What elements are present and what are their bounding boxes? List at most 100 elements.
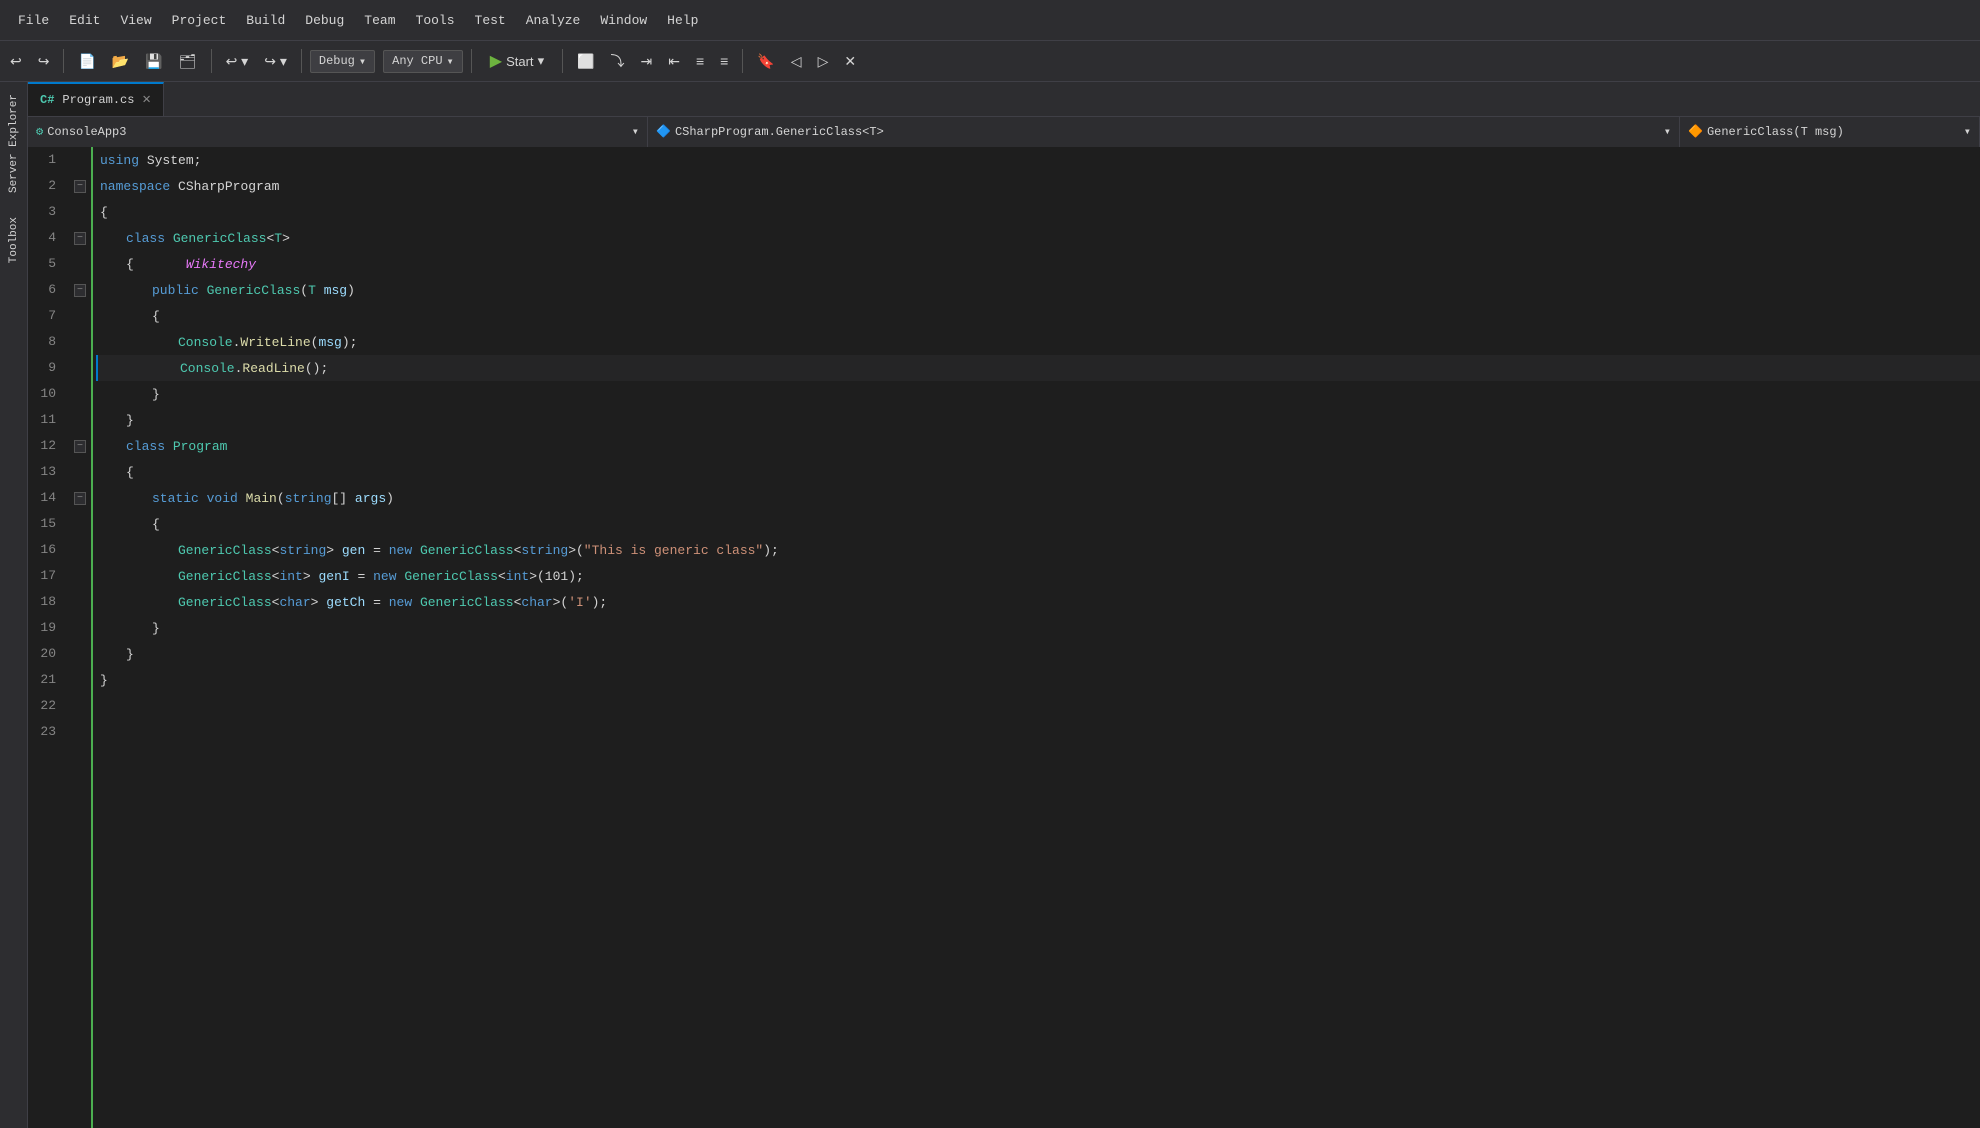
fold-20 <box>70 641 90 667</box>
gt-5: > <box>311 595 319 610</box>
project-nav-chevron: ▾ <box>632 124 639 139</box>
project-icon: ⚙ <box>36 124 43 139</box>
prev-bookmark-button[interactable]: ◁ <box>785 49 808 74</box>
back-button[interactable]: ↩ <box>4 49 28 74</box>
kw-void: void <box>207 491 238 506</box>
menu-bar: File Edit View Project Build Debug Team … <box>0 0 1980 41</box>
fold-10 <box>70 381 90 407</box>
kw-namespace: namespace <box>100 179 170 194</box>
uncomment-button[interactable]: ≡ <box>714 49 734 73</box>
line-num-15: 15 <box>28 511 64 537</box>
code-line-13: { <box>96 459 1980 485</box>
menu-file[interactable]: File <box>8 7 59 34</box>
menu-build[interactable]: Build <box>236 7 295 34</box>
tab-close-button[interactable]: ✕ <box>142 93 150 107</box>
breakpoint-button[interactable]: ⬜ <box>571 49 600 74</box>
gutter: 1 2 3 4 5 6 7 8 9 10 11 12 13 14 15 16 1 <box>28 147 96 1128</box>
paren-main-close: ) <box>386 491 394 506</box>
code-line-4: class GenericClass<T> <box>96 225 1980 251</box>
brace-close-class1: } <box>126 413 134 428</box>
brace-open-program: { <box>126 465 134 480</box>
kw-public: public <box>152 283 199 298</box>
menu-view[interactable]: View <box>110 7 161 34</box>
code-line-14: static void Main(string[] args) <box>96 485 1980 511</box>
lt-3: < <box>272 569 280 584</box>
indent-button[interactable]: ⇥ <box>635 49 659 74</box>
menu-edit[interactable]: Edit <box>59 7 110 34</box>
class-nav-chevron: ▾ <box>1664 124 1671 139</box>
comment-button[interactable]: ≡ <box>690 49 710 73</box>
menu-window[interactable]: Window <box>590 7 657 34</box>
save-button[interactable]: 💾 <box>139 49 168 74</box>
paren-5: ); <box>568 569 584 584</box>
lt-4: < <box>498 569 506 584</box>
paren-1: ( <box>311 335 319 350</box>
str-literal-1: "This is generic class" <box>584 543 763 558</box>
debug-config-dropdown[interactable]: Debug ▾ <box>310 50 375 73</box>
menu-test[interactable]: Test <box>465 7 516 34</box>
fold-17 <box>70 563 90 589</box>
line-num-7: 7 <box>28 303 64 329</box>
forward-button[interactable]: ↪ <box>32 49 56 74</box>
fold-12[interactable]: − <box>70 433 90 459</box>
bookmark-button[interactable]: 🔖 <box>751 49 780 74</box>
gt-4: >( <box>529 569 545 584</box>
paren-2: ); <box>342 335 358 350</box>
char-literal: 'I' <box>568 595 591 610</box>
fold-16 <box>70 537 90 563</box>
code-lines[interactable]: using System; namespace CSharpProgram { … <box>96 147 1980 1128</box>
ns-name: CSharpProgram <box>178 179 279 194</box>
class-nav-dropdown[interactable]: 🔷 CSharpProgram.GenericClass<T> ▾ <box>648 117 1680 147</box>
save-all-button[interactable]: 🗂 <box>173 49 203 74</box>
brace-open-main: { <box>152 517 160 532</box>
menu-analyze[interactable]: Analyze <box>516 7 591 34</box>
separator-6 <box>742 49 743 73</box>
class-nav-label: CSharpProgram.GenericClass<T> <box>675 125 884 139</box>
server-explorer-tab[interactable]: Server Explorer <box>4 82 24 205</box>
fold-23 <box>70 719 90 745</box>
code-line-19: } <box>96 615 1980 641</box>
clear-bookmark-button[interactable]: ✕ <box>838 49 862 74</box>
sys-text: System; <box>147 153 202 168</box>
open-button[interactable]: 📂 <box>106 49 135 74</box>
gt-2: >( <box>568 543 584 558</box>
fold-14[interactable]: − <box>70 485 90 511</box>
next-bookmark-button[interactable]: ▷ <box>812 49 835 74</box>
unindent-button[interactable]: ⇤ <box>662 49 686 74</box>
program-cs-tab[interactable]: C# Program.cs ✕ <box>28 82 164 116</box>
brace-close-ctor: } <box>152 387 160 402</box>
console-1: Console <box>178 335 233 350</box>
project-nav-dropdown[interactable]: ⚙ ConsoleApp3 ▾ <box>28 117 648 147</box>
kw-using: using <box>100 153 139 168</box>
fold-2[interactable]: − <box>70 173 90 199</box>
member-nav-dropdown[interactable]: 🔶 GenericClass(T msg) ▾ <box>1680 117 1980 147</box>
line-num-1: 1 <box>28 147 64 173</box>
toolbox-tab[interactable]: Toolbox <box>4 205 24 275</box>
step-over-button[interactable]: ⤵ <box>605 47 631 75</box>
undo-button[interactable]: ↩ ▾ <box>220 49 255 74</box>
brackets: [] <box>332 491 348 506</box>
fold-11 <box>70 407 90 433</box>
menu-help[interactable]: Help <box>657 7 708 34</box>
separator-5 <box>562 49 563 73</box>
menu-tools[interactable]: Tools <box>406 7 465 34</box>
fold-6[interactable]: − <box>70 277 90 303</box>
fold-4[interactable]: − <box>70 225 90 251</box>
brace-close-program: } <box>126 647 134 662</box>
cpu-dropdown[interactable]: Any CPU ▾ <box>383 50 463 73</box>
var-geni: genI <box>318 569 349 584</box>
redo-button[interactable]: ↪ ▾ <box>258 49 293 74</box>
generic-bracket: < <box>266 231 274 246</box>
type-param-T: T <box>274 231 282 246</box>
menu-debug[interactable]: Debug <box>295 7 354 34</box>
menu-team[interactable]: Team <box>354 7 405 34</box>
lt-2: < <box>514 543 522 558</box>
start-button[interactable]: ▶ Start ▾ <box>480 47 554 75</box>
menu-project[interactable]: Project <box>162 7 237 34</box>
line-num-11: 11 <box>28 407 64 433</box>
msg-param-1: msg <box>318 335 341 350</box>
separator-1 <box>63 49 64 73</box>
new-project-button[interactable]: 📄 <box>72 49 101 74</box>
code-line-11: } <box>96 407 1980 433</box>
brace-open-class1: { <box>126 257 134 272</box>
